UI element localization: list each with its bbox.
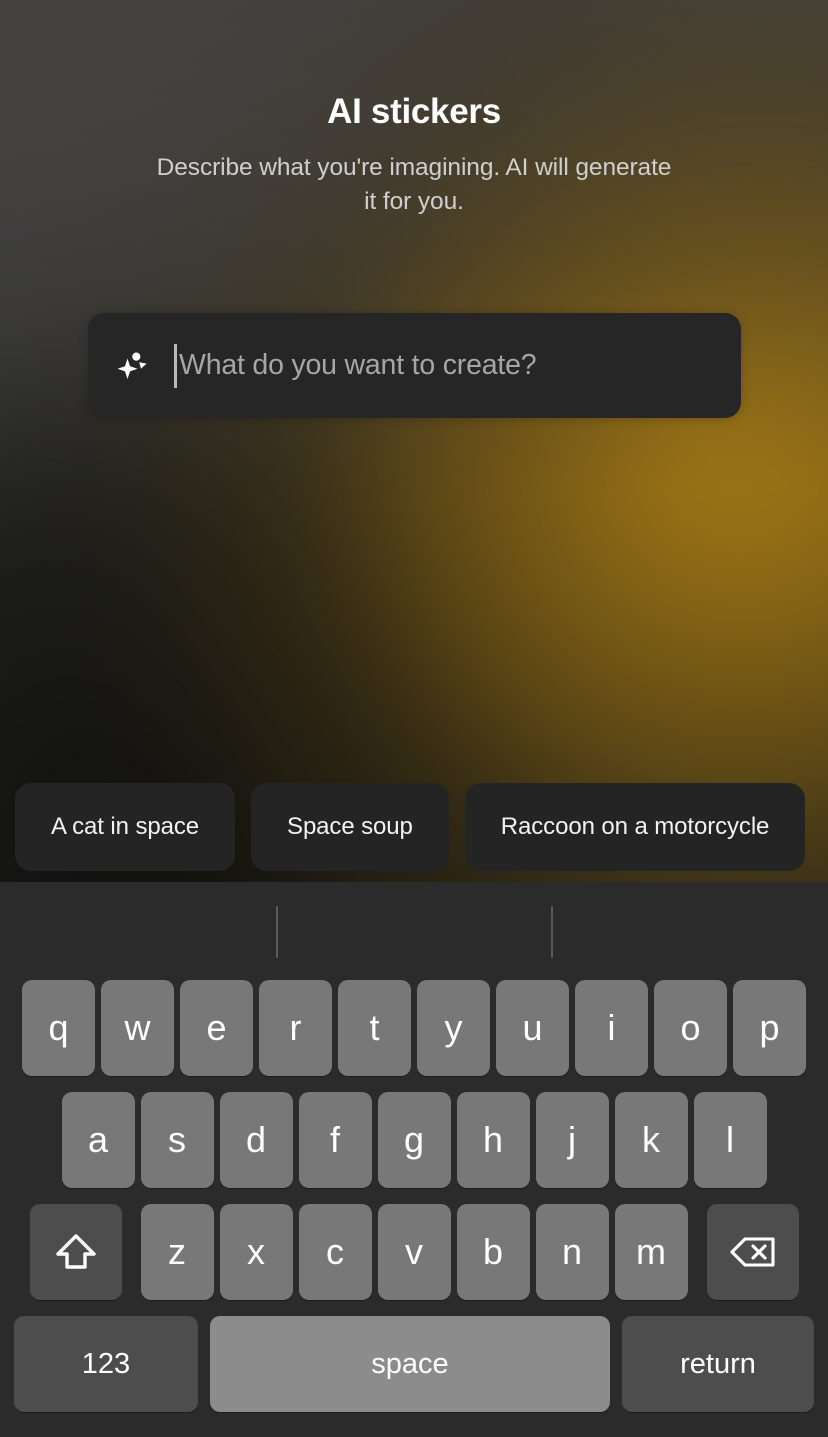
key-e[interactable]: e xyxy=(180,980,253,1076)
backspace-delete-icon xyxy=(728,1232,778,1272)
on-screen-keyboard: q w e r t y u i o p a s d f g h j k l z … xyxy=(0,882,828,1437)
key-x[interactable]: x xyxy=(219,1204,293,1300)
key-h[interactable]: h xyxy=(456,1092,530,1188)
key-k[interactable]: k xyxy=(614,1092,688,1188)
predictive-divider xyxy=(276,906,278,958)
key-m[interactable]: m xyxy=(614,1204,688,1300)
ai-stickers-screen: AI stickers Describe what you're imagini… xyxy=(0,0,828,1437)
key-u[interactable]: u xyxy=(496,980,569,1076)
suggestion-chip[interactable]: A cat in space xyxy=(15,783,236,871)
key-a[interactable]: a xyxy=(61,1092,135,1188)
key-l[interactable]: l xyxy=(693,1092,767,1188)
key-q[interactable]: q xyxy=(22,980,95,1076)
numbers-key[interactable]: 123 xyxy=(14,1316,198,1412)
ai-sparkle-icon xyxy=(112,346,152,386)
key-v[interactable]: v xyxy=(377,1204,451,1300)
header: AI stickers Describe what you're imagini… xyxy=(0,0,828,219)
return-key[interactable]: return xyxy=(622,1316,814,1412)
prompt-input-field[interactable]: What do you want to create? xyxy=(88,313,741,418)
keyboard-row-3: z x c v b n m xyxy=(0,1204,828,1300)
page-subtitle: Describe what you're imagining. AI will … xyxy=(156,154,672,216)
keyboard-row-4: 123 space return xyxy=(0,1316,828,1412)
key-t[interactable]: t xyxy=(338,980,411,1076)
key-r[interactable]: r xyxy=(259,980,332,1076)
key-f[interactable]: f xyxy=(298,1092,372,1188)
suggestion-chip-label: Raccoon on a motorcycle xyxy=(500,813,770,840)
shift-key[interactable] xyxy=(29,1204,122,1300)
keyboard-row-1: q w e r t y u i o p xyxy=(0,980,828,1076)
space-key[interactable]: space xyxy=(210,1316,610,1412)
key-o[interactable]: o xyxy=(654,980,727,1076)
backspace-key[interactable] xyxy=(706,1204,799,1300)
suggestion-chip-label: A cat in space xyxy=(51,813,200,840)
key-w[interactable]: w xyxy=(101,980,174,1076)
keyboard-row-2: a s d f g h j k l xyxy=(0,1092,828,1188)
key-p[interactable]: p xyxy=(733,980,806,1076)
page-title: AI stickers xyxy=(327,92,501,131)
suggestion-chip-label: Space soup xyxy=(287,813,413,840)
shift-arrow-up-icon xyxy=(54,1230,98,1274)
suggestion-chip-list[interactable]: A cat in space Space soup Raccoon on a m… xyxy=(0,783,828,871)
key-n[interactable]: n xyxy=(535,1204,609,1300)
key-i[interactable]: i xyxy=(575,980,648,1076)
key-c[interactable]: c xyxy=(298,1204,372,1300)
key-y[interactable]: y xyxy=(417,980,490,1076)
suggestion-chip[interactable]: Space soup xyxy=(251,783,449,871)
prompt-placeholder: What do you want to create? xyxy=(179,349,537,381)
key-j[interactable]: j xyxy=(535,1092,609,1188)
key-z[interactable]: z xyxy=(140,1204,214,1300)
suggestion-chip[interactable]: Raccoon on a motorcycle xyxy=(464,783,806,871)
key-s[interactable]: s xyxy=(140,1092,214,1188)
key-b[interactable]: b xyxy=(456,1204,530,1300)
predictive-divider xyxy=(551,906,553,958)
predictive-text-bar[interactable] xyxy=(0,882,828,980)
text-cursor xyxy=(174,343,177,388)
key-g[interactable]: g xyxy=(377,1092,451,1188)
key-d[interactable]: d xyxy=(219,1092,293,1188)
